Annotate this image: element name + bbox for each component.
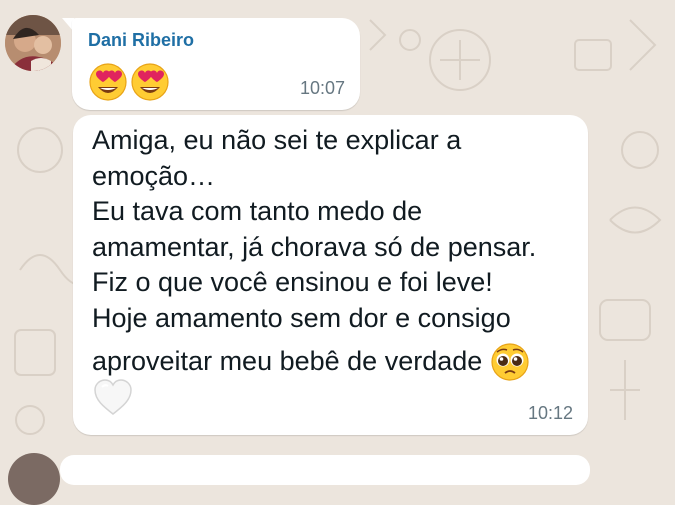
sender-name[interactable]: Dani Ribeiro xyxy=(88,30,194,51)
pleading-face-emoji xyxy=(490,342,530,382)
sender-avatar[interactable] xyxy=(5,15,61,71)
message-line: Eu tava com tanto medo de xyxy=(92,196,423,226)
heart-eyes-emoji xyxy=(88,62,128,102)
message-line: Amiga, eu não sei te explicar a xyxy=(92,125,462,155)
message-line-with-emoji: aproveitar meu bebê de verdade xyxy=(92,342,582,382)
next-message-bubble[interactable] xyxy=(60,455,590,485)
message-timestamp: 10:12 xyxy=(527,403,573,423)
message-line: Fiz o que você ensinou e foi leve! xyxy=(92,267,493,297)
heart-eyes-emoji xyxy=(130,62,170,102)
white-heart-emoji xyxy=(92,377,134,417)
message-text: Amiga, eu não sei te explicar a emoção… … xyxy=(92,123,582,382)
message-timestamp: 10:07 xyxy=(299,78,345,98)
message-bubble[interactable]: Dani Ribeiro 10:07 xyxy=(72,18,360,110)
message-bubble[interactable]: Amiga, eu não sei te explicar a emoção… … xyxy=(73,115,588,435)
message-line: amamentar, já chorava só de pensar. xyxy=(92,231,537,262)
next-sender-avatar[interactable] xyxy=(8,453,60,505)
message-line: aproveitar meu bebê de verdade xyxy=(92,346,483,377)
emoji-row xyxy=(88,62,170,102)
message-line: Hoje amamento sem dor e consigo xyxy=(92,302,511,333)
message-line: emoção… xyxy=(92,160,216,191)
